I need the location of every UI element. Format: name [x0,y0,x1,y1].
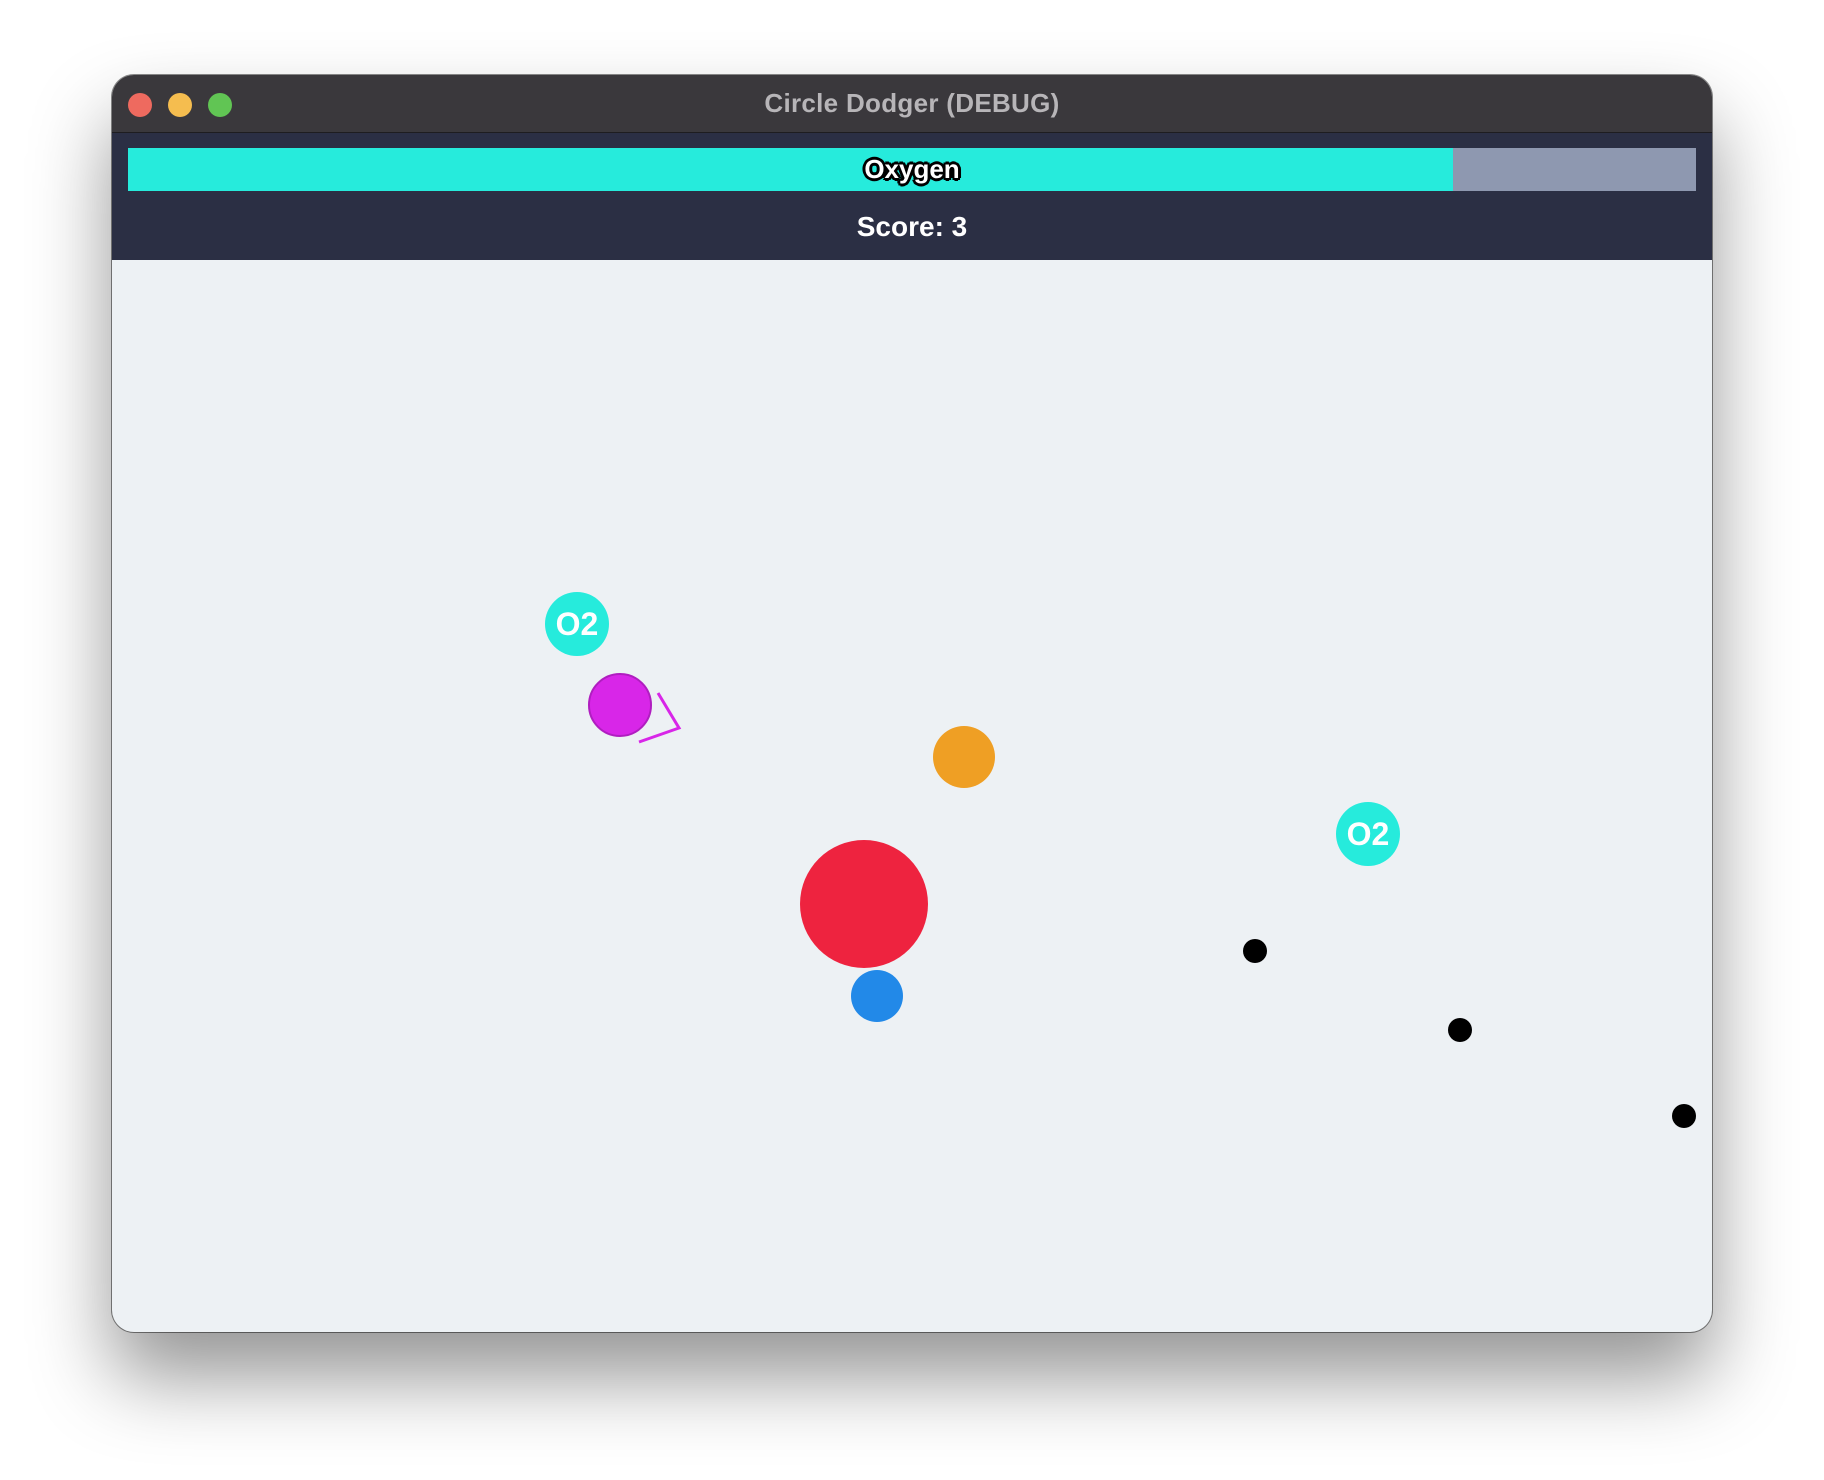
projectile-dot [1243,939,1267,963]
o2-pickup-icon: O2 [1336,802,1400,866]
o2-pickup-label: O2 [556,606,599,642]
enemy-large-circle [800,840,928,968]
projectile-dot [1672,1104,1696,1128]
o2-pickup-icon: O2 [545,592,609,656]
enemy-orange-circle [933,726,995,788]
hud-panel: Oxygen Score: 3 [112,133,1712,260]
projectile-dot [1448,1018,1472,1042]
oxygen-label: Oxygen [864,154,960,184]
playfield-canvas[interactable]: O2 O2 [112,260,1712,1332]
playfield[interactable]: O2 O2 [112,260,1712,1332]
title-bar[interactable]: Circle Dodger (DEBUG) [112,75,1712,133]
player-circle-icon [588,673,652,737]
enemy-blue-circle [851,970,903,1022]
game-window: Circle Dodger (DEBUG) Oxygen Score: 3 O2… [112,75,1712,1332]
o2-pickup-label: O2 [1347,816,1390,852]
oxygen-bar: Oxygen [128,148,1696,191]
window-title: Circle Dodger (DEBUG) [764,88,1060,118]
score-display: Score: 3 [856,211,968,242]
